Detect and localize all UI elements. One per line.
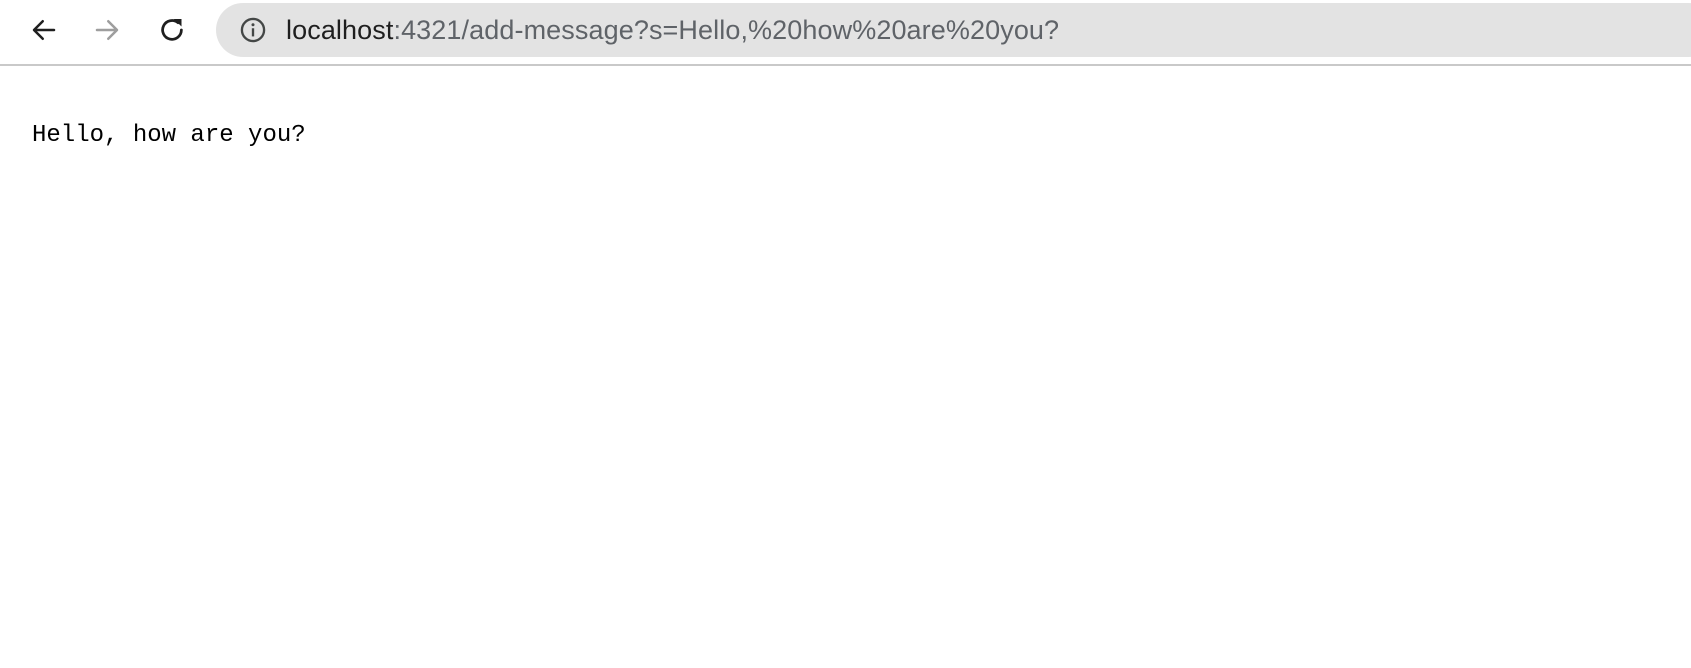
address-bar[interactable]: localhost:4321/add-message?s=Hello,%20ho… xyxy=(216,3,1691,57)
reload-button[interactable] xyxy=(152,10,192,50)
arrow-right-icon xyxy=(95,20,119,40)
back-button[interactable] xyxy=(24,10,64,50)
arrow-left-icon xyxy=(32,20,56,40)
info-circle-icon[interactable] xyxy=(238,15,268,45)
page-message: Hello, how are you? xyxy=(32,122,306,149)
forward-button[interactable] xyxy=(87,10,127,50)
browser-toolbar: localhost:4321/add-message?s=Hello,%20ho… xyxy=(0,0,1691,66)
url-path: :4321/add-message?s=Hello,%20how%20are%2… xyxy=(393,14,1060,45)
url-text[interactable]: localhost:4321/add-message?s=Hello,%20ho… xyxy=(286,15,1059,46)
reload-icon xyxy=(161,19,183,41)
url-host: localhost xyxy=(286,14,394,45)
